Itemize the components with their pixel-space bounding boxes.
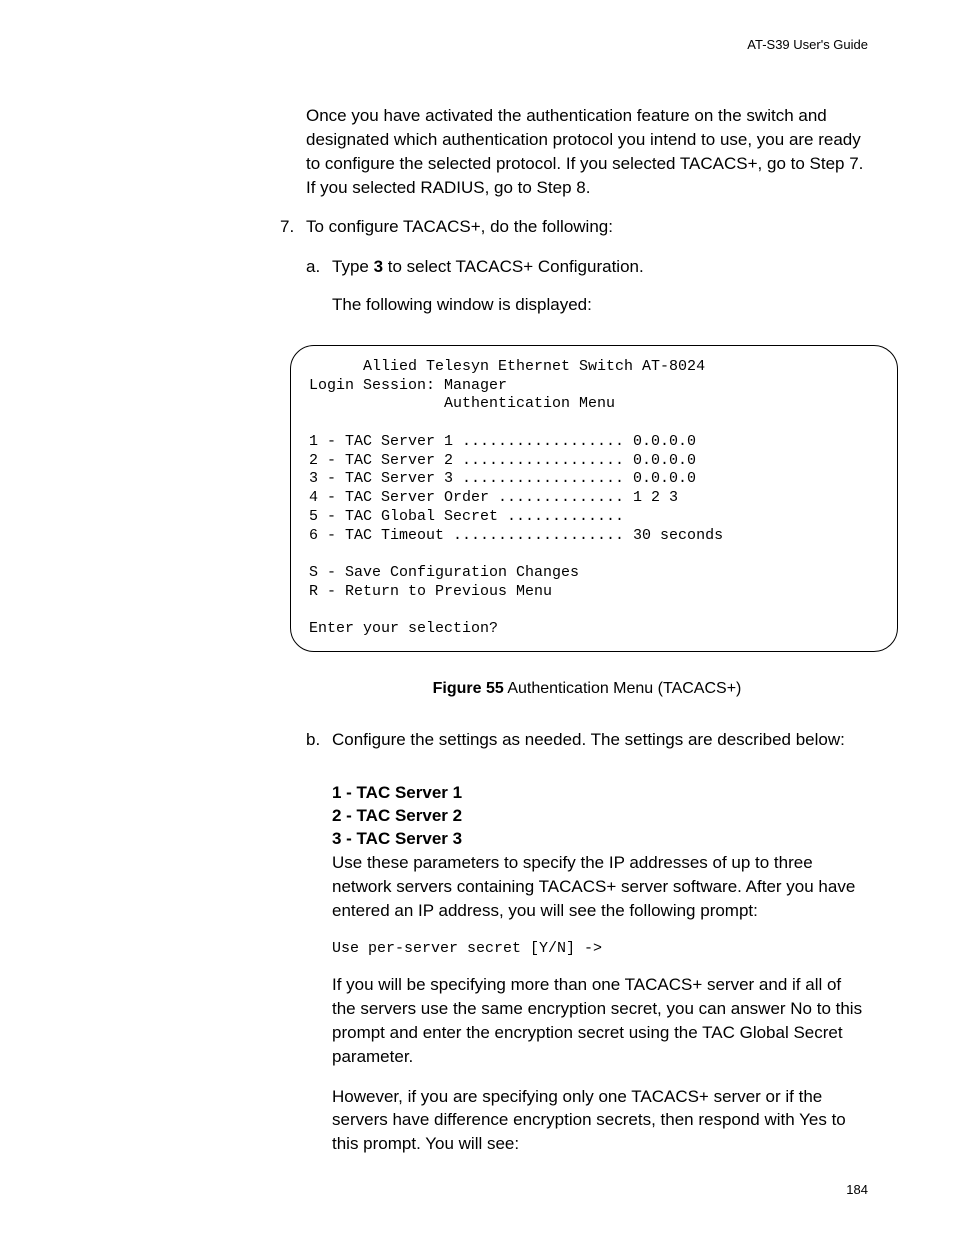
- step-body: To configure TACACS+, do the following: …: [306, 215, 868, 330]
- page-number: 184: [846, 1181, 868, 1199]
- substep-b-wrapper: b. Configure the settings as needed. The…: [306, 728, 868, 1156]
- page-header: AT-S39 User's Guide: [86, 36, 868, 54]
- param-desc-2: If you will be specifying more than one …: [332, 973, 868, 1068]
- param-1-header: 1 - TAC Server 1: [332, 782, 868, 805]
- main-content: Once you have activated the authenticati…: [306, 104, 868, 1156]
- substep-b: b. Configure the settings as needed. The…: [306, 728, 868, 768]
- figure-caption-text: Authentication Menu (TACACS+): [504, 680, 742, 697]
- mono-prompt: Use per-server secret [Y/N] ->: [332, 938, 868, 959]
- substep-a: a. Type 3 to select TACACS+ Configuratio…: [306, 255, 868, 279]
- terminal-window: Allied Telesyn Ethernet Switch AT-8024 L…: [290, 345, 898, 652]
- intro-paragraph: Once you have activated the authenticati…: [306, 104, 868, 199]
- param-desc-3: However, if you are specifying only one …: [332, 1085, 868, 1156]
- param-block: 1 - TAC Server 1 2 - TAC Server 2 3 - TA…: [332, 782, 868, 922]
- figure-label: Figure 55: [433, 680, 504, 697]
- param-section: 1 - TAC Server 1 2 - TAC Server 2 3 - TA…: [332, 782, 868, 1156]
- substep-b-text: Configure the settings as needed. The se…: [332, 728, 868, 752]
- substep-a-line2: The following window is displayed:: [332, 293, 868, 317]
- substep-letter: a.: [306, 255, 332, 279]
- substep-letter: b.: [306, 728, 332, 768]
- step-7: 7. To configure TACACS+, do the followin…: [280, 215, 868, 330]
- figure-caption: Figure 55 Authentication Menu (TACACS+): [306, 678, 868, 700]
- substep-a-pre: Type: [332, 257, 374, 276]
- step-number: 7.: [280, 215, 306, 330]
- param-2-header: 2 - TAC Server 2: [332, 805, 868, 828]
- substep-body: Configure the settings as needed. The se…: [332, 728, 868, 768]
- step-list: 7. To configure TACACS+, do the followin…: [280, 215, 868, 330]
- substep-a-bold: 3: [374, 257, 383, 276]
- step-text: To configure TACACS+, do the following:: [306, 215, 868, 239]
- substep-body: Type 3 to select TACACS+ Configuration.: [332, 255, 868, 279]
- param-desc-1: Use these parameters to specify the IP a…: [332, 851, 868, 922]
- substep-a-post: to select TACACS+ Configuration.: [383, 257, 644, 276]
- param-3-header: 3 - TAC Server 3: [332, 828, 868, 851]
